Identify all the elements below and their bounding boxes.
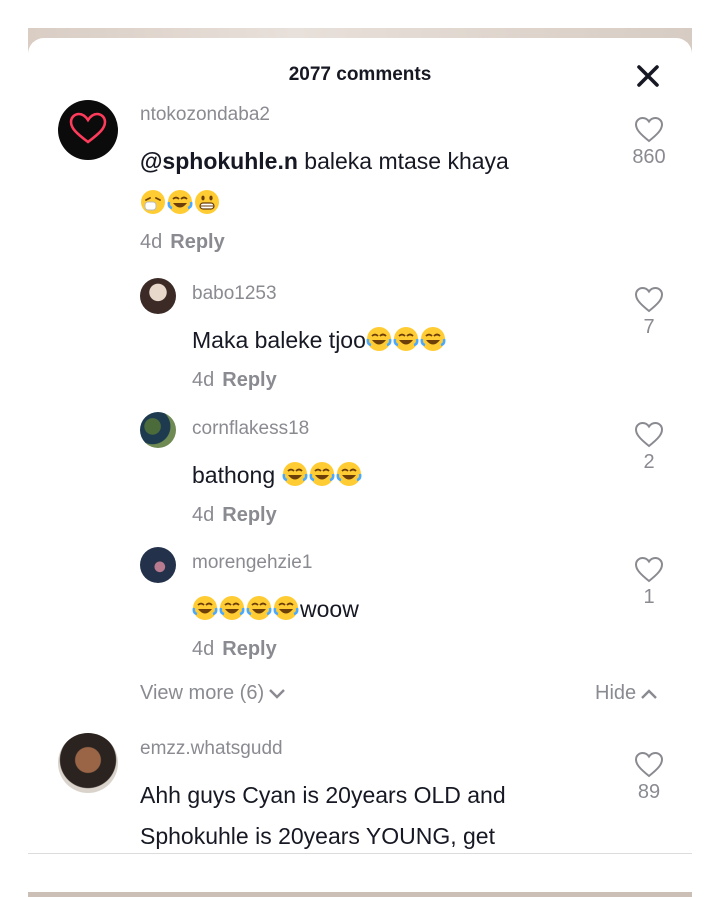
joy-emoji-icon [420, 327, 446, 351]
heart-outline-icon [634, 286, 664, 313]
joy-emoji-icon [273, 596, 299, 620]
like-count: 7 [643, 316, 655, 338]
avatar[interactable] [140, 412, 176, 448]
comment-username[interactable]: cornflakess18 [192, 418, 309, 440]
reply-button[interactable]: Reply [222, 369, 276, 391]
comment-username[interactable]: emzz.whatsgudd [140, 738, 283, 760]
hide-replies-button[interactable]: Hide [595, 682, 658, 705]
like-count: 860 [632, 146, 666, 168]
heart-avatar-icon [69, 112, 107, 144]
joy-emoji-icon [393, 327, 419, 351]
joy-emoji-icon [219, 596, 245, 620]
joy-emoji-icon [167, 190, 193, 214]
joy-emoji-icon [336, 462, 361, 486]
heart-outline-icon [634, 751, 664, 778]
heart-outline-icon [634, 421, 664, 448]
comment-meta: 4d Reply [192, 369, 277, 392]
reply-button[interactable]: Reply [170, 231, 224, 253]
comment-body: woow [300, 596, 359, 622]
like-button[interactable]: 7 [619, 286, 679, 339]
like-count: 2 [643, 451, 655, 473]
avatar[interactable] [58, 733, 118, 793]
avatar[interactable] [58, 100, 118, 160]
reply-button[interactable]: Reply [222, 638, 276, 660]
sneeze-emoji-icon [141, 190, 165, 214]
avatar[interactable] [140, 547, 176, 583]
like-count: 1 [643, 586, 655, 608]
background-bottom-strip [28, 892, 692, 897]
comment-meta: 4d Reply [192, 638, 277, 661]
comment-text-line-1: Ahh guys Cyan is 20years OLD and [140, 782, 506, 808]
comment-time: 4d [192, 369, 215, 391]
comment-text: Maka baleke tjoo [192, 325, 447, 355]
comment-body: Maka baleke tjoo [192, 327, 366, 353]
comment-username[interactable]: ntokozondaba2 [140, 102, 270, 122]
joy-emoji-icon [282, 462, 307, 486]
close-button[interactable] [630, 58, 666, 94]
comment-username[interactable]: babo1253 [192, 283, 277, 305]
heart-outline-icon [634, 556, 664, 583]
like-button[interactable]: 860 [619, 116, 679, 169]
joy-emoji-icon [309, 462, 334, 486]
reply-button[interactable]: Reply [222, 504, 276, 526]
joy-emoji-icon [366, 327, 392, 351]
comment-body: baleka mtase khaya [304, 148, 509, 174]
heart-outline-icon [634, 116, 664, 143]
comment-body: bathong [192, 462, 282, 488]
comment-username[interactable]: morengehzie1 [192, 552, 312, 574]
mention-link[interactable]: @sphokuhle.n [140, 148, 298, 174]
comment-emojis [140, 188, 221, 218]
hide-label: Hide [595, 682, 637, 704]
view-more-replies-button[interactable]: View more (6) [140, 682, 286, 705]
like-button[interactable]: 89 [619, 751, 679, 804]
comment-meta: 4d Reply [140, 231, 225, 254]
comment-text: bathong [192, 460, 363, 490]
chevron-down-icon [269, 689, 285, 699]
view-more-label: View more (6) [140, 682, 265, 704]
comment-text-line-2: Sphokuhle is 20years YOUNG, get [140, 823, 495, 849]
comments-sheet: 2077 comments ntokozondaba2 @sphokuhle.n… [28, 38, 692, 854]
comment-time: 4d [140, 231, 163, 253]
comments-count-title: 2077 comments [288, 64, 432, 85]
grin-emoji-icon [195, 190, 219, 214]
comment-meta: 4d Reply [192, 504, 277, 527]
comment-time: 4d [192, 638, 215, 660]
avatar[interactable] [140, 278, 176, 314]
like-button[interactable]: 2 [619, 421, 679, 474]
chevron-up-icon [641, 689, 657, 699]
like-count: 89 [637, 781, 661, 803]
comment-text: woow [192, 594, 359, 624]
joy-emoji-icon [192, 596, 218, 620]
comment-text: @sphokuhle.n baleka mtase khaya [140, 146, 509, 176]
comment-time: 4d [192, 504, 215, 526]
close-icon [637, 65, 659, 87]
joy-emoji-icon [246, 596, 272, 620]
like-button[interactable]: 1 [619, 556, 679, 609]
